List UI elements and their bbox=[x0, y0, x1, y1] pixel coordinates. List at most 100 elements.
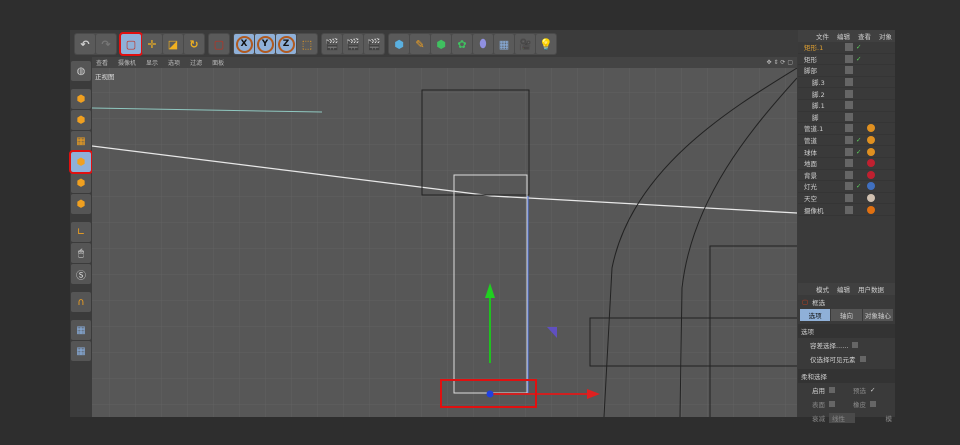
magnet-icon[interactable]: ∩ bbox=[71, 292, 91, 312]
camera-icon[interactable]: 🎥 bbox=[515, 34, 535, 54]
object-row[interactable]: 天空 bbox=[798, 193, 895, 205]
visibility-toggle[interactable] bbox=[845, 136, 853, 145]
object-row[interactable]: 灯光 ✓ bbox=[798, 181, 895, 193]
visibility-toggle[interactable] bbox=[845, 89, 853, 98]
tag-icon[interactable] bbox=[867, 182, 875, 191]
viewport-nav-icons[interactable]: ✥ ⇕ ⟳ ▢ bbox=[767, 59, 797, 66]
viewport-canvas[interactable]: 正视图 bbox=[92, 68, 797, 417]
array-icon[interactable]: ✿ bbox=[452, 34, 472, 54]
preselect-checkbox[interactable]: ✓ bbox=[870, 386, 875, 394]
tag-icon[interactable] bbox=[867, 205, 875, 214]
object-row[interactable]: 矩形 ✓ bbox=[798, 54, 895, 66]
z-axis-button[interactable]: Z bbox=[276, 34, 296, 54]
enabled-check[interactable]: ✓ bbox=[856, 182, 864, 190]
menu-panel[interactable]: 面板 bbox=[212, 58, 224, 67]
rotate-icon[interactable]: ↻ bbox=[184, 34, 204, 54]
visibility-toggle[interactable] bbox=[845, 182, 853, 191]
enabled-check[interactable]: ✓ bbox=[856, 43, 864, 51]
visibility-toggle[interactable] bbox=[845, 112, 853, 121]
rubber-checkbox[interactable] bbox=[870, 401, 876, 407]
menu-filter[interactable]: 过滤 bbox=[190, 58, 202, 67]
subdivide-icon[interactable]: ⬢ bbox=[431, 34, 451, 54]
menu-options[interactable]: 选项 bbox=[168, 58, 180, 67]
workplane-snap-icon[interactable]: ▦ bbox=[71, 341, 91, 361]
rect-select-icon[interactable]: ▢ bbox=[119, 32, 143, 56]
visibility-toggle[interactable] bbox=[845, 54, 853, 63]
enabled-check[interactable]: ✓ bbox=[856, 55, 864, 63]
visibility-toggle[interactable] bbox=[845, 205, 853, 214]
render-view-icon[interactable]: 🎬 bbox=[322, 34, 342, 54]
tag-icon[interactable] bbox=[867, 194, 875, 203]
undo-icon[interactable]: ↶ bbox=[75, 34, 95, 54]
menu-view[interactable]: 查看 bbox=[96, 58, 108, 67]
menu-objects[interactable]: 对象 bbox=[879, 31, 892, 41]
object-row[interactable]: 管道 ✓ bbox=[798, 135, 895, 147]
tolerant-select-checkbox[interactable] bbox=[852, 342, 859, 348]
texture-mode-icon[interactable]: ⬢ bbox=[71, 110, 91, 130]
object-row[interactable]: 矩形.1 ✓ bbox=[798, 42, 895, 54]
tab-axis[interactable]: 轴向 bbox=[831, 309, 862, 321]
axis-mode-icon[interactable]: ∟ bbox=[71, 222, 91, 242]
menu-file[interactable]: 文件 bbox=[816, 31, 829, 41]
object-row[interactable]: 背景 bbox=[798, 170, 895, 182]
tweak-icon[interactable]: 🖱 bbox=[71, 243, 91, 263]
visibility-toggle[interactable] bbox=[845, 159, 853, 168]
menu-edit[interactable]: 编辑 bbox=[837, 31, 850, 41]
y-axis-button[interactable]: Y bbox=[255, 34, 275, 54]
light-icon[interactable]: 💡 bbox=[536, 34, 556, 54]
visibility-toggle[interactable] bbox=[845, 66, 853, 75]
tag-icon[interactable] bbox=[867, 170, 875, 179]
workplane-icon[interactable]: ▦ bbox=[71, 131, 91, 151]
object-row[interactable]: 脚 bbox=[798, 112, 895, 124]
visibility-toggle[interactable] bbox=[845, 43, 853, 52]
object-row[interactable]: 脚.3 bbox=[798, 77, 895, 89]
model-mode-icon[interactable]: ◍ bbox=[71, 61, 91, 81]
object-row[interactable]: 地面 bbox=[798, 158, 895, 170]
tag-icon[interactable] bbox=[867, 124, 875, 133]
deformer-icon[interactable]: ⬮ bbox=[473, 34, 493, 54]
object-mode-icon[interactable]: ⬢ bbox=[71, 89, 91, 109]
live-select-icon[interactable]: ▢ bbox=[209, 34, 229, 54]
object-row[interactable]: 脚.2 bbox=[798, 88, 895, 100]
tag-icon[interactable] bbox=[867, 136, 875, 145]
menu-userdata[interactable]: 用户数据 bbox=[858, 284, 884, 294]
menu-camera[interactable]: 摄像机 bbox=[118, 58, 136, 67]
floor-icon[interactable]: ▦ bbox=[494, 34, 514, 54]
menu-display[interactable]: 显示 bbox=[146, 58, 158, 67]
object-row[interactable]: 球体 ✓ bbox=[798, 146, 895, 158]
render-settings-icon[interactable]: 🎬 bbox=[364, 34, 384, 54]
tag-icon[interactable] bbox=[867, 147, 875, 156]
object-row[interactable]: 脚.1 bbox=[798, 100, 895, 112]
world-coord-icon[interactable]: ⬚ bbox=[297, 34, 317, 54]
points-mode-icon[interactable]: ⬢ bbox=[69, 150, 93, 174]
visibility-toggle[interactable] bbox=[845, 124, 853, 133]
move-icon[interactable]: ✛ bbox=[142, 34, 162, 54]
visibility-toggle[interactable] bbox=[845, 147, 853, 156]
tag-icon[interactable] bbox=[867, 159, 875, 168]
object-row[interactable]: 摄像机 bbox=[798, 204, 895, 216]
x-axis-button[interactable]: X bbox=[234, 34, 254, 54]
visible-only-checkbox[interactable] bbox=[859, 356, 866, 362]
enabled-check[interactable]: ✓ bbox=[856, 148, 864, 156]
visibility-toggle[interactable] bbox=[845, 170, 853, 179]
workplane-lock-icon[interactable]: ▦ bbox=[71, 320, 91, 340]
visibility-toggle[interactable] bbox=[845, 78, 853, 87]
polygons-mode-icon[interactable]: ⬢ bbox=[71, 194, 91, 214]
visibility-toggle[interactable] bbox=[845, 194, 853, 203]
falloff-dropdown[interactable]: 线性 bbox=[829, 413, 855, 423]
render-picture-icon[interactable]: 🎬 bbox=[343, 34, 363, 54]
cube-icon[interactable]: ⬢ bbox=[389, 34, 409, 54]
menu-view[interactable]: 查看 bbox=[858, 31, 871, 41]
visibility-toggle[interactable] bbox=[845, 101, 853, 110]
redo-icon[interactable]: ↷ bbox=[96, 34, 116, 54]
enable-checkbox[interactable] bbox=[829, 387, 835, 393]
scale-icon[interactable]: ◪ bbox=[163, 34, 183, 54]
enabled-check[interactable]: ✓ bbox=[856, 136, 864, 144]
snap-icon[interactable]: Ⓢ bbox=[71, 264, 91, 284]
edges-mode-icon[interactable]: ⬢ bbox=[71, 173, 91, 193]
tab-object-axis[interactable]: 对象轴心 bbox=[862, 309, 893, 321]
object-row[interactable]: 管道.1 bbox=[798, 123, 895, 135]
menu-edit[interactable]: 编辑 bbox=[837, 284, 850, 294]
viewport[interactable]: 查看 摄像机 显示 选项 过滤 面板 ✥ ⇕ ⟳ ▢ 正视图 bbox=[92, 57, 797, 417]
tab-options[interactable]: 选项 bbox=[800, 309, 831, 321]
